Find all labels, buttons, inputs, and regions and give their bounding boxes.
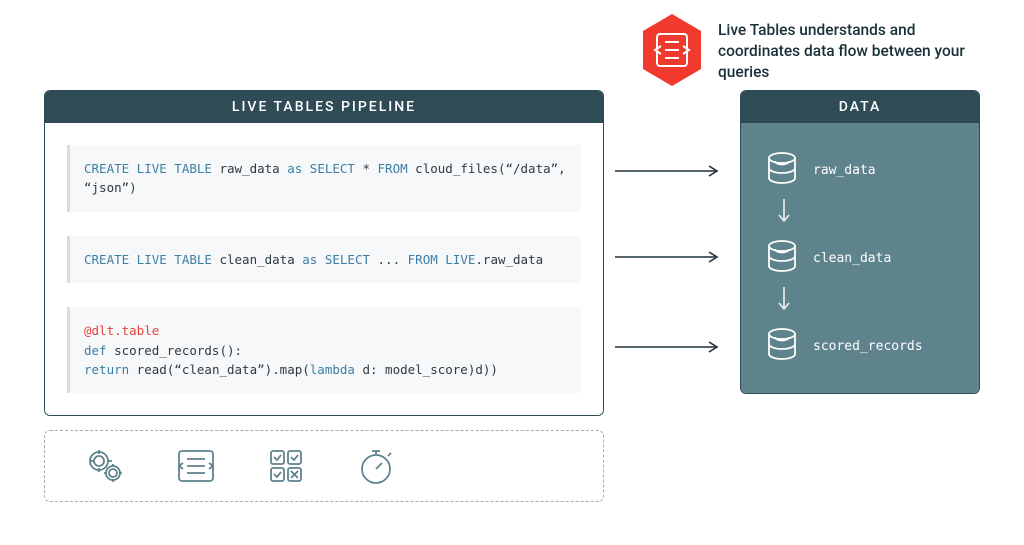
cylinder-icon	[765, 239, 799, 277]
flow-arrow-1	[615, 170, 725, 172]
code-block: CREATE LIVE TABLE raw_data as SELECT * F…	[67, 145, 581, 212]
tagline-text: Live Tables understands and coordinates …	[718, 20, 978, 83]
pipeline-body: CREATE LIVE TABLE raw_data as SELECT * F…	[45, 123, 603, 415]
icon-strip	[44, 430, 604, 502]
cylinder-icon	[765, 327, 799, 365]
grid-icon	[265, 445, 307, 487]
cylinder-icon	[765, 151, 799, 189]
data-item-label: clean_data	[813, 251, 891, 266]
data-item: clean_data	[765, 239, 891, 277]
data-body: raw_data clean_data scored_records	[741, 123, 979, 393]
pipeline-panel: LIVE TABLES PIPELINE CREATE LIVE TABLE r…	[44, 90, 604, 416]
flow-arrow-down-icon	[777, 287, 791, 317]
data-item: raw_data	[765, 151, 876, 189]
data-item-label: raw_data	[813, 163, 876, 178]
flow-icon	[175, 445, 217, 487]
data-item: scored_records	[765, 327, 923, 365]
flow-arrow-2	[615, 256, 725, 258]
data-item-label: scored_records	[813, 339, 923, 354]
timer-icon	[355, 445, 397, 487]
data-title: DATA	[741, 91, 979, 123]
flow-arrow-3	[615, 346, 725, 348]
code-block: CREATE LIVE TABLE clean_data as SELECT .…	[67, 236, 581, 283]
hex-badge-icon	[639, 12, 705, 88]
code-block: @dlt.tabledef scored_records(): return r…	[67, 307, 581, 393]
data-panel: DATA raw_data clean_data scored_records	[740, 90, 980, 394]
pipeline-title: LIVE TABLES PIPELINE	[45, 91, 603, 123]
flow-arrow-down-icon	[777, 199, 791, 229]
cogs-icon	[85, 445, 127, 487]
